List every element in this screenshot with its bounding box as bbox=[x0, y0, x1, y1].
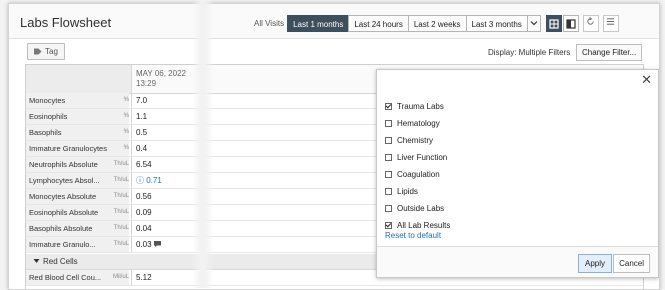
row-unit: Th/uL bbox=[113, 177, 129, 183]
row-unit: Mil/uL bbox=[112, 274, 129, 280]
row-unit: % bbox=[123, 145, 129, 151]
split-view-icon bbox=[566, 18, 576, 29]
change-filter-button[interactable]: Change Filter... bbox=[576, 44, 643, 61]
row-unit: % bbox=[123, 113, 129, 119]
all-visits-link[interactable]: All Visits bbox=[254, 19, 284, 28]
checkbox[interactable] bbox=[385, 170, 392, 178]
row-value: 5.12 bbox=[136, 273, 152, 282]
row-value: 0.04 bbox=[136, 224, 152, 233]
filter-option-coagulation[interactable]: Coagulation bbox=[385, 168, 440, 180]
reset-to-default-link[interactable]: Reset to default bbox=[385, 231, 441, 240]
row-unit: Th/uL bbox=[113, 209, 129, 215]
screenshot-seam bbox=[192, 0, 214, 288]
filter-option-chemistry[interactable]: Chemistry bbox=[385, 134, 433, 146]
tag-button-label: Tag bbox=[45, 47, 58, 56]
grid-view-button[interactable] bbox=[545, 15, 562, 32]
menu-button[interactable] bbox=[602, 15, 619, 32]
display-filter-status: Display: Multiple Filters bbox=[488, 48, 571, 57]
row-value: 1.1 bbox=[136, 112, 148, 121]
hamburger-menu-icon bbox=[607, 18, 615, 25]
filter-option-outside-labs[interactable]: Outside Labs bbox=[385, 202, 444, 214]
change-filter-panel: ✕ Trauma Labs Hematology Chemistry Liver… bbox=[376, 69, 659, 278]
caret-down-icon bbox=[33, 259, 40, 263]
row-value: 7.0 bbox=[136, 96, 148, 105]
time-filter-bar: All Visits Last 1 months Last 24 hours L… bbox=[254, 15, 619, 32]
filter-option-label: Hematology bbox=[397, 118, 440, 128]
labs-flowsheet-window: Labs Flowsheet All Visits Last 1 months … bbox=[8, 3, 660, 290]
row-value: 6.54 bbox=[136, 160, 152, 169]
checkbox[interactable] bbox=[385, 119, 392, 127]
apply-button[interactable]: Apply bbox=[577, 254, 612, 273]
filter-option-trauma-labs[interactable]: Trauma Labs bbox=[385, 100, 444, 112]
checkbox[interactable] bbox=[385, 102, 392, 110]
refresh-button[interactable] bbox=[582, 15, 599, 32]
checkbox[interactable] bbox=[385, 204, 392, 212]
filter-option-hematology[interactable]: Hematology bbox=[385, 117, 440, 129]
filter-last-2-weeks[interactable]: Last 2 weeks bbox=[407, 15, 467, 32]
filter-option-label: Chemistry bbox=[397, 135, 434, 145]
chevron-down-icon bbox=[530, 21, 538, 26]
close-icon[interactable]: ✕ bbox=[641, 72, 652, 88]
row-unit: % bbox=[123, 97, 129, 103]
row-value: 0.4 bbox=[136, 144, 148, 153]
filter-option-all-lab-results[interactable]: All Lab Results bbox=[385, 219, 450, 231]
row-value: 0.5 bbox=[136, 128, 148, 137]
filter-option-label: Liver Function bbox=[397, 152, 448, 162]
filter-option-label: Coagulation bbox=[397, 169, 440, 179]
filter-panel-footer: Apply Cancel bbox=[377, 246, 658, 277]
info-icon: ⓘ bbox=[136, 176, 144, 185]
tag-button[interactable]: Tag bbox=[27, 43, 65, 60]
filter-option-label: All Lab Results bbox=[397, 220, 451, 230]
row-value: 0.09 bbox=[136, 208, 152, 217]
row-unit: Th/uL bbox=[113, 225, 129, 231]
time-filter-dropdown-button[interactable] bbox=[526, 15, 541, 32]
comment-icon bbox=[153, 241, 161, 247]
row-header-column bbox=[26, 65, 131, 94]
filter-option-liver-function[interactable]: Liver Function bbox=[385, 151, 447, 163]
checkbox[interactable] bbox=[385, 221, 392, 229]
header: Labs Flowsheet All Visits Last 1 months … bbox=[9, 4, 659, 39]
grid-view-icon bbox=[549, 18, 559, 29]
cancel-button[interactable]: Cancel bbox=[613, 254, 650, 273]
row-unit: Th/uL bbox=[113, 193, 129, 199]
row-unit: Th/uL bbox=[113, 241, 129, 247]
filter-option-label: Outside Labs bbox=[397, 203, 445, 213]
filter-last-24-hours[interactable]: Last 24 hours bbox=[348, 15, 409, 32]
filter-option-lipids[interactable]: Lipids bbox=[385, 185, 418, 197]
filter-option-label: Lipids bbox=[397, 186, 418, 196]
column-date: MAY 06, 2022 bbox=[136, 69, 186, 78]
refresh-icon bbox=[587, 17, 594, 25]
checkbox[interactable] bbox=[385, 187, 392, 195]
filter-last-1-months[interactable]: Last 1 months bbox=[287, 15, 350, 32]
row-value-abnormal[interactable]: ⓘ 0.71 bbox=[136, 173, 162, 188]
checkbox[interactable] bbox=[385, 153, 392, 161]
filter-last-3-months[interactable]: Last 3 months bbox=[465, 15, 528, 32]
row-unit: Th/uL bbox=[113, 161, 129, 167]
row-value: 0.71 bbox=[146, 176, 162, 185]
row-unit: % bbox=[123, 129, 129, 135]
panel-view-button[interactable] bbox=[562, 15, 579, 32]
column-time: 13:29 bbox=[136, 79, 157, 88]
row-value: 0.03 bbox=[136, 237, 161, 252]
toolbar: Tag Display: Multiple Filters Change Fil… bbox=[9, 38, 659, 64]
tag-icon bbox=[34, 48, 42, 55]
checkbox[interactable] bbox=[385, 136, 392, 144]
group-label: Red Cells bbox=[43, 257, 78, 266]
row-value: 0.56 bbox=[136, 192, 152, 201]
filter-option-label: Trauma Labs bbox=[397, 101, 444, 111]
page-title: Labs Flowsheet bbox=[20, 15, 112, 30]
